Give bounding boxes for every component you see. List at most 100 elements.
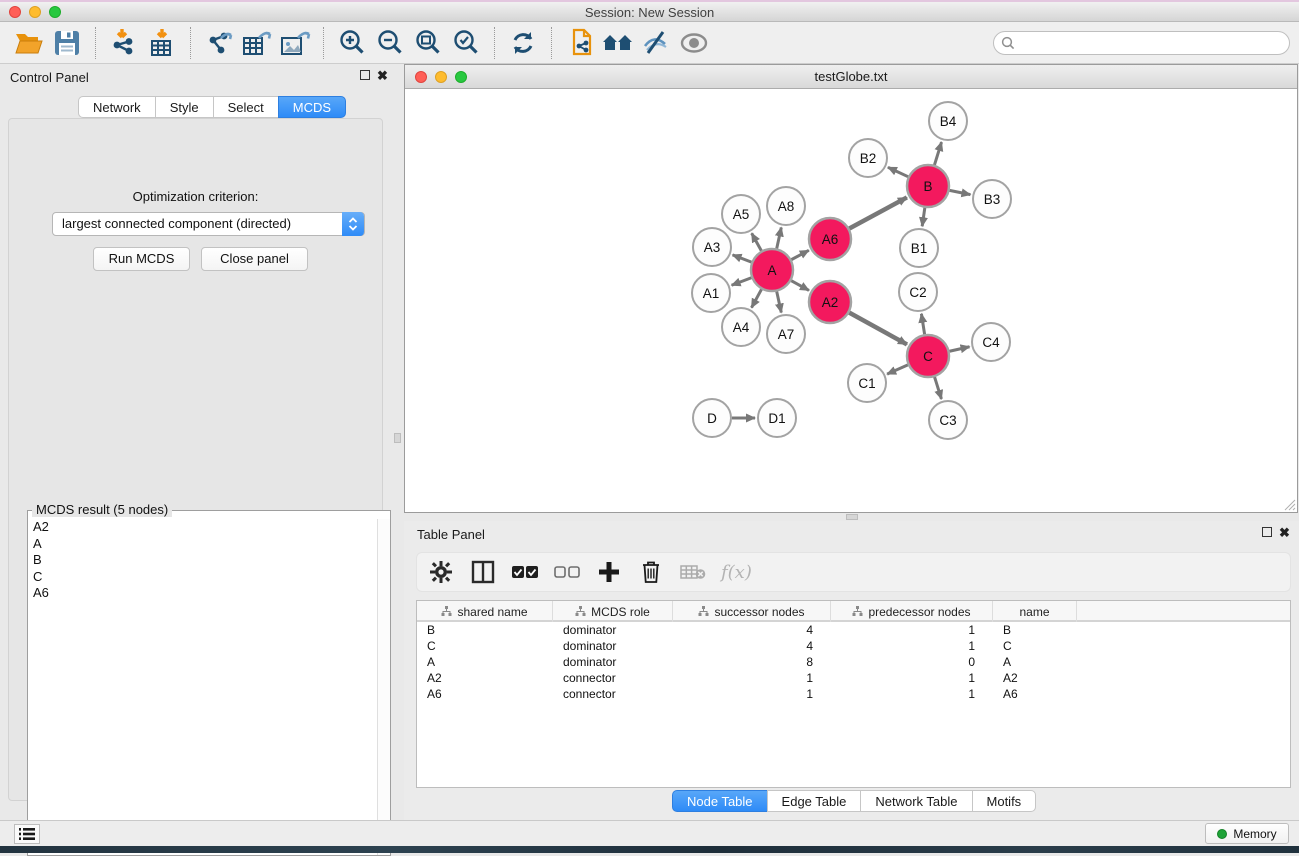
table-cell[interactable]: 1 — [673, 670, 831, 686]
edge-A-A5[interactable] — [752, 233, 762, 251]
column-header-MCDS-role[interactable]: MCDS role — [553, 601, 673, 622]
node-table[interactable]: shared nameMCDS rolesuccessor nodesprede… — [416, 600, 1291, 788]
table-row[interactable]: Bdominator41B — [417, 622, 1290, 638]
edge-B-B2[interactable] — [888, 167, 908, 176]
delete-row-trash-icon[interactable] — [637, 558, 665, 586]
open-file-icon[interactable] — [10, 26, 48, 60]
result-item[interactable]: B — [29, 552, 376, 569]
splitter-grip[interactable] — [394, 433, 401, 443]
table-cell[interactable]: 4 — [673, 638, 831, 654]
add-row-plus-icon[interactable] — [595, 558, 623, 586]
zoom-in-icon[interactable] — [333, 26, 371, 60]
resize-grip-icon[interactable] — [1284, 499, 1296, 511]
show-selected-eye-icon[interactable] — [675, 26, 713, 60]
home-views-icon[interactable] — [599, 26, 637, 60]
table-cell[interactable]: dominator — [553, 638, 673, 654]
search-input[interactable] — [1019, 36, 1289, 50]
import-network-icon[interactable] — [105, 26, 143, 60]
table-row[interactable]: A6connector11A6 — [417, 686, 1290, 702]
criterion-dropdown[interactable]: largest connected component (directed) — [52, 212, 365, 236]
table-cell[interactable]: A6 — [993, 686, 1077, 702]
result-item[interactable]: C — [29, 569, 376, 586]
import-table-icon[interactable] — [143, 26, 181, 60]
float-panel-icon[interactable] — [1262, 527, 1272, 539]
result-item[interactable]: A — [29, 536, 376, 553]
column-header-predecessor-nodes[interactable]: predecessor nodes — [831, 601, 993, 622]
result-item[interactable]: A2 — [29, 519, 376, 536]
edge-A-A7[interactable] — [777, 291, 782, 312]
tab-motifs[interactable]: Motifs — [972, 790, 1037, 812]
new-network-from-file-icon[interactable] — [561, 26, 599, 60]
table-cell[interactable]: B — [993, 622, 1077, 638]
export-image-icon[interactable] — [276, 26, 314, 60]
splitter-grip[interactable] — [846, 514, 858, 520]
edge-A-A8[interactable] — [777, 227, 782, 248]
zoom-fit-icon[interactable] — [409, 26, 447, 60]
memory-button[interactable]: Memory — [1205, 823, 1289, 844]
table-cell[interactable]: A2 — [417, 670, 553, 686]
table-cell[interactable]: 1 — [831, 638, 993, 654]
close-panel-button[interactable]: Close panel — [201, 247, 308, 271]
table-cell[interactable]: connector — [553, 670, 673, 686]
hide-selected-icon[interactable] — [637, 26, 675, 60]
edge-C-C2[interactable] — [921, 314, 924, 335]
table-cell[interactable]: connector — [553, 686, 673, 702]
table-cell[interactable]: 1 — [673, 686, 831, 702]
edge-A-A1[interactable] — [732, 278, 752, 285]
save-session-icon[interactable] — [48, 26, 86, 60]
edge-A-A2[interactable] — [791, 281, 809, 291]
table-cell[interactable]: 1 — [831, 622, 993, 638]
table-cell[interactable]: 1 — [831, 686, 993, 702]
table-cell[interactable]: 1 — [831, 670, 993, 686]
float-panel-icon[interactable] — [360, 70, 370, 82]
edge-A6-B[interactable] — [849, 197, 907, 228]
table-cell[interactable]: C — [417, 638, 553, 654]
table-settings-gear-icon[interactable] — [427, 558, 455, 586]
tab-edge-table[interactable]: Edge Table — [767, 790, 861, 812]
table-cell[interactable]: 4 — [673, 622, 831, 638]
horizontal-splitter[interactable] — [404, 513, 1299, 521]
zoom-selected-icon[interactable] — [447, 26, 485, 60]
search-field[interactable] — [993, 31, 1290, 55]
select-all-icon[interactable] — [511, 558, 539, 586]
table-cell[interactable]: 0 — [831, 654, 993, 670]
network-canvas[interactable]: B4B2BB3A8A5A6A3B1AC2A1A2A4A7C4CC1DD1C3 — [405, 89, 1297, 512]
column-header-name[interactable]: name — [993, 601, 1077, 622]
result-scrollbar[interactable] — [377, 519, 390, 855]
refresh-icon[interactable] — [504, 26, 542, 60]
table-cell[interactable]: A6 — [417, 686, 553, 702]
deselect-all-icon[interactable] — [553, 558, 581, 586]
table-row[interactable]: Adominator80A — [417, 654, 1290, 670]
edge-C-C1[interactable] — [887, 365, 908, 374]
table-row[interactable]: A2connector11A2 — [417, 670, 1290, 686]
table-cell[interactable]: C — [993, 638, 1077, 654]
edge-A-A6[interactable] — [791, 250, 808, 259]
edge-B-B1[interactable] — [922, 208, 925, 226]
show-columns-icon[interactable] — [469, 558, 497, 586]
tab-network[interactable]: Network — [78, 96, 155, 118]
tab-network-table[interactable]: Network Table — [860, 790, 971, 812]
tab-style[interactable]: Style — [155, 96, 213, 118]
table-cell[interactable]: dominator — [553, 654, 673, 670]
edge-B-B3[interactable] — [950, 190, 971, 194]
table-cell[interactable]: A — [417, 654, 553, 670]
zoom-out-icon[interactable] — [371, 26, 409, 60]
result-item[interactable]: A6 — [29, 585, 376, 602]
panel-splitter[interactable] — [391, 64, 404, 820]
export-table-icon[interactable] — [238, 26, 276, 60]
table-cell[interactable]: dominator — [553, 622, 673, 638]
mcds-result-list[interactable]: A2ABCA6 — [29, 519, 376, 854]
edge-A-A4[interactable] — [752, 289, 762, 307]
tab-mcds[interactable]: MCDS — [278, 96, 346, 118]
edge-A2-C[interactable] — [849, 313, 907, 345]
task-history-button[interactable] — [14, 824, 40, 844]
tab-select[interactable]: Select — [213, 96, 278, 118]
table-cell[interactable]: A2 — [993, 670, 1077, 686]
tab-node-table[interactable]: Node Table — [672, 790, 767, 812]
column-header-shared-name[interactable]: shared name — [417, 601, 553, 622]
table-cell[interactable]: 8 — [673, 654, 831, 670]
close-panel-icon[interactable]: ✖ — [377, 70, 388, 82]
table-row[interactable]: Cdominator41C — [417, 638, 1290, 654]
export-network-icon[interactable] — [200, 26, 238, 60]
edge-B-B4[interactable] — [934, 142, 941, 165]
